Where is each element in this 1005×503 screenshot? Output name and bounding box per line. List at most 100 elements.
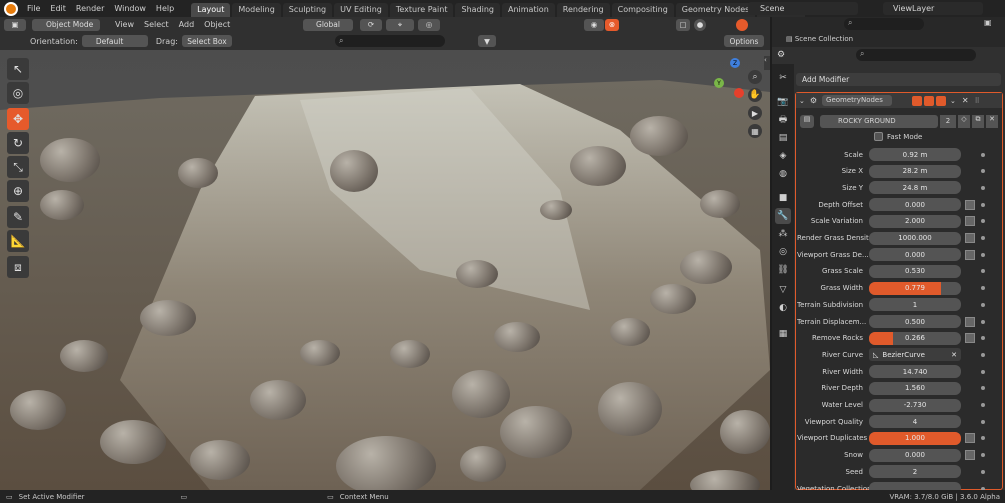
input-field[interactable]: 0.530 xyxy=(869,264,961,278)
keyframe-dot-icon[interactable] xyxy=(981,419,985,424)
input-field[interactable]: 14.740 xyxy=(869,365,961,379)
constraints-tab-icon[interactable]: ⛓ xyxy=(775,262,791,278)
tab-texture-paint[interactable]: Texture Paint xyxy=(389,3,454,17)
material-tab-icon[interactable]: ◐ xyxy=(775,300,791,316)
keyframe-dot-icon[interactable] xyxy=(981,386,985,391)
node-group-field[interactable]: ROCKY GROUND xyxy=(820,114,938,128)
input-field[interactable]: 0.779 xyxy=(869,281,961,295)
outliner-search[interactable]: ⌕ xyxy=(844,18,924,30)
input-field[interactable]: 0.000 xyxy=(869,248,961,262)
annotate-tool-button[interactable]: ✎ xyxy=(7,206,29,228)
attribute-toggle-icon[interactable] xyxy=(965,249,975,260)
editor-type-button[interactable]: ▣ xyxy=(4,18,26,31)
keyframe-dot-icon[interactable] xyxy=(981,169,985,174)
viewport-menu-view[interactable]: View xyxy=(110,16,139,33)
overlay-button[interactable]: ⊗ xyxy=(605,18,619,31)
add-cube-tool-button[interactable]: ⧈ xyxy=(7,256,29,278)
drag-selector[interactable]: Select Box xyxy=(181,35,232,47)
properties-editor-icon[interactable]: ⚙ xyxy=(777,50,785,60)
modifier-header[interactable]: ⌄ ⚙ GeometryNodes ⌄ ✕ ⠿ xyxy=(796,93,1002,108)
keyframe-dot-icon[interactable] xyxy=(981,236,985,240)
edit-mode-icon[interactable] xyxy=(912,95,923,106)
input-field[interactable]: 2.000 xyxy=(869,214,961,228)
orientation-selector[interactable]: Default xyxy=(81,35,148,47)
tab-layout[interactable]: Layout xyxy=(191,3,231,17)
mode-selector[interactable]: Object Mode xyxy=(32,18,100,31)
modifier-tab-icon[interactable]: 🔧 xyxy=(775,208,791,224)
cursor-tool-button[interactable]: ◎ xyxy=(7,82,29,104)
input-field[interactable]: 0.500 xyxy=(869,315,961,328)
navigation-gizmo[interactable]: Z Y xyxy=(714,58,750,98)
input-field[interactable]: 1.560 xyxy=(869,381,961,395)
add-modifier-button[interactable]: Add Modifier xyxy=(796,73,1001,86)
menu-window[interactable]: Window xyxy=(109,0,151,17)
filter-icon[interactable]: ▼ xyxy=(478,35,496,47)
unlink-icon[interactable]: ✕ xyxy=(986,114,998,128)
texture-tab-icon[interactable]: ▦ xyxy=(775,326,791,342)
move-tool-button[interactable]: ✥ xyxy=(7,108,29,130)
input-field[interactable]: 24.8 m xyxy=(869,181,961,195)
menu-render[interactable]: Render xyxy=(71,0,109,17)
input-field[interactable]: 1.000 xyxy=(869,431,961,445)
tab-rendering[interactable]: Rendering xyxy=(556,3,610,17)
attribute-toggle-icon[interactable] xyxy=(965,216,975,227)
keyframe-dot-icon[interactable] xyxy=(981,219,985,224)
scene-tab-icon[interactable]: ◈ xyxy=(775,148,791,164)
zoom-icon[interactable]: ⌕ xyxy=(748,70,762,84)
input-field[interactable]: ◺ BezierCurve ✕ xyxy=(869,348,961,362)
render-display-icon[interactable] xyxy=(936,95,947,106)
new-collection-icon[interactable]: ▣ xyxy=(984,18,996,30)
transform-orientation-selector[interactable]: Global xyxy=(303,18,353,31)
keyframe-dot-icon[interactable] xyxy=(981,202,985,207)
scene-selector[interactable]: Scene xyxy=(748,2,858,15)
tool-tab-icon[interactable]: ✂ xyxy=(775,70,791,86)
xray-button[interactable]: ▢ xyxy=(676,18,690,31)
fake-user-icon[interactable]: ◇ xyxy=(958,114,970,128)
view-layer-tab-icon[interactable]: ▤ xyxy=(775,130,791,146)
menu-file[interactable]: File xyxy=(22,0,45,17)
output-tab-icon[interactable]: 🖶 xyxy=(775,112,791,128)
gizmo-z-axis[interactable]: Z xyxy=(730,58,740,68)
tab-compositing[interactable]: Compositing xyxy=(611,3,674,17)
object-tab-icon[interactable]: ■ xyxy=(775,190,791,206)
input-field[interactable]: -2.730 xyxy=(869,398,961,412)
render-tab-icon[interactable]: 📷 xyxy=(775,94,791,110)
proportional-edit-button[interactable]: ◎ xyxy=(418,18,440,31)
tab-shading[interactable]: Shading xyxy=(455,3,500,17)
pan-icon[interactable]: ✋ xyxy=(748,88,762,102)
viewlayer-selector[interactable]: ViewLayer xyxy=(883,2,983,15)
data-tab-icon[interactable]: ▽ xyxy=(775,282,791,298)
transform-tool-button[interactable]: ⊕ xyxy=(7,180,29,202)
input-field[interactable]: 4 xyxy=(869,415,961,429)
attribute-toggle-icon[interactable] xyxy=(965,199,975,210)
tab-sculpting[interactable]: Sculpting xyxy=(282,3,333,17)
visibility-button[interactable]: ◉ xyxy=(584,18,604,31)
attribute-toggle-icon[interactable] xyxy=(965,333,975,344)
input-field[interactable]: 28.2 m xyxy=(869,164,961,178)
search-input[interactable]: ⌕ xyxy=(335,35,445,47)
keyframe-dot-icon[interactable] xyxy=(981,319,985,324)
drag-handle-icon[interactable]: ⠿ xyxy=(975,97,980,105)
duplicate-icon[interactable]: ⧉ xyxy=(972,114,984,128)
fast-mode-checkbox[interactable] xyxy=(874,132,883,141)
keyframe-dot-icon[interactable] xyxy=(981,269,985,274)
tab-animation[interactable]: Animation xyxy=(501,3,555,17)
input-field[interactable]: 0.266 xyxy=(869,331,961,345)
measure-tool-button[interactable]: 📐 xyxy=(7,230,29,252)
physics-tab-icon[interactable]: ◎ xyxy=(775,244,791,260)
viewport-menu-select[interactable]: Select xyxy=(139,16,174,33)
tab-geometry-nodes[interactable]: Geometry Nodes xyxy=(675,3,756,17)
remove-modifier-icon[interactable]: ✕ xyxy=(962,96,969,105)
3d-viewport[interactable] xyxy=(0,50,770,490)
input-field[interactable]: 2 xyxy=(869,465,961,479)
attribute-toggle-icon[interactable] xyxy=(965,316,975,327)
attribute-toggle-icon[interactable] xyxy=(965,450,975,461)
fast-mode-row[interactable]: Fast Mode xyxy=(874,132,922,141)
keyframe-dot-icon[interactable] xyxy=(981,469,985,474)
pivot-selector[interactable]: ⟳ xyxy=(360,18,382,31)
input-field[interactable]: 0.000 xyxy=(869,448,961,462)
perspective-icon[interactable]: ▦ xyxy=(748,124,762,138)
keyframe-dot-icon[interactable] xyxy=(981,152,985,157)
blender-logo-icon[interactable] xyxy=(4,1,18,16)
keyframe-dot-icon[interactable] xyxy=(981,352,985,357)
